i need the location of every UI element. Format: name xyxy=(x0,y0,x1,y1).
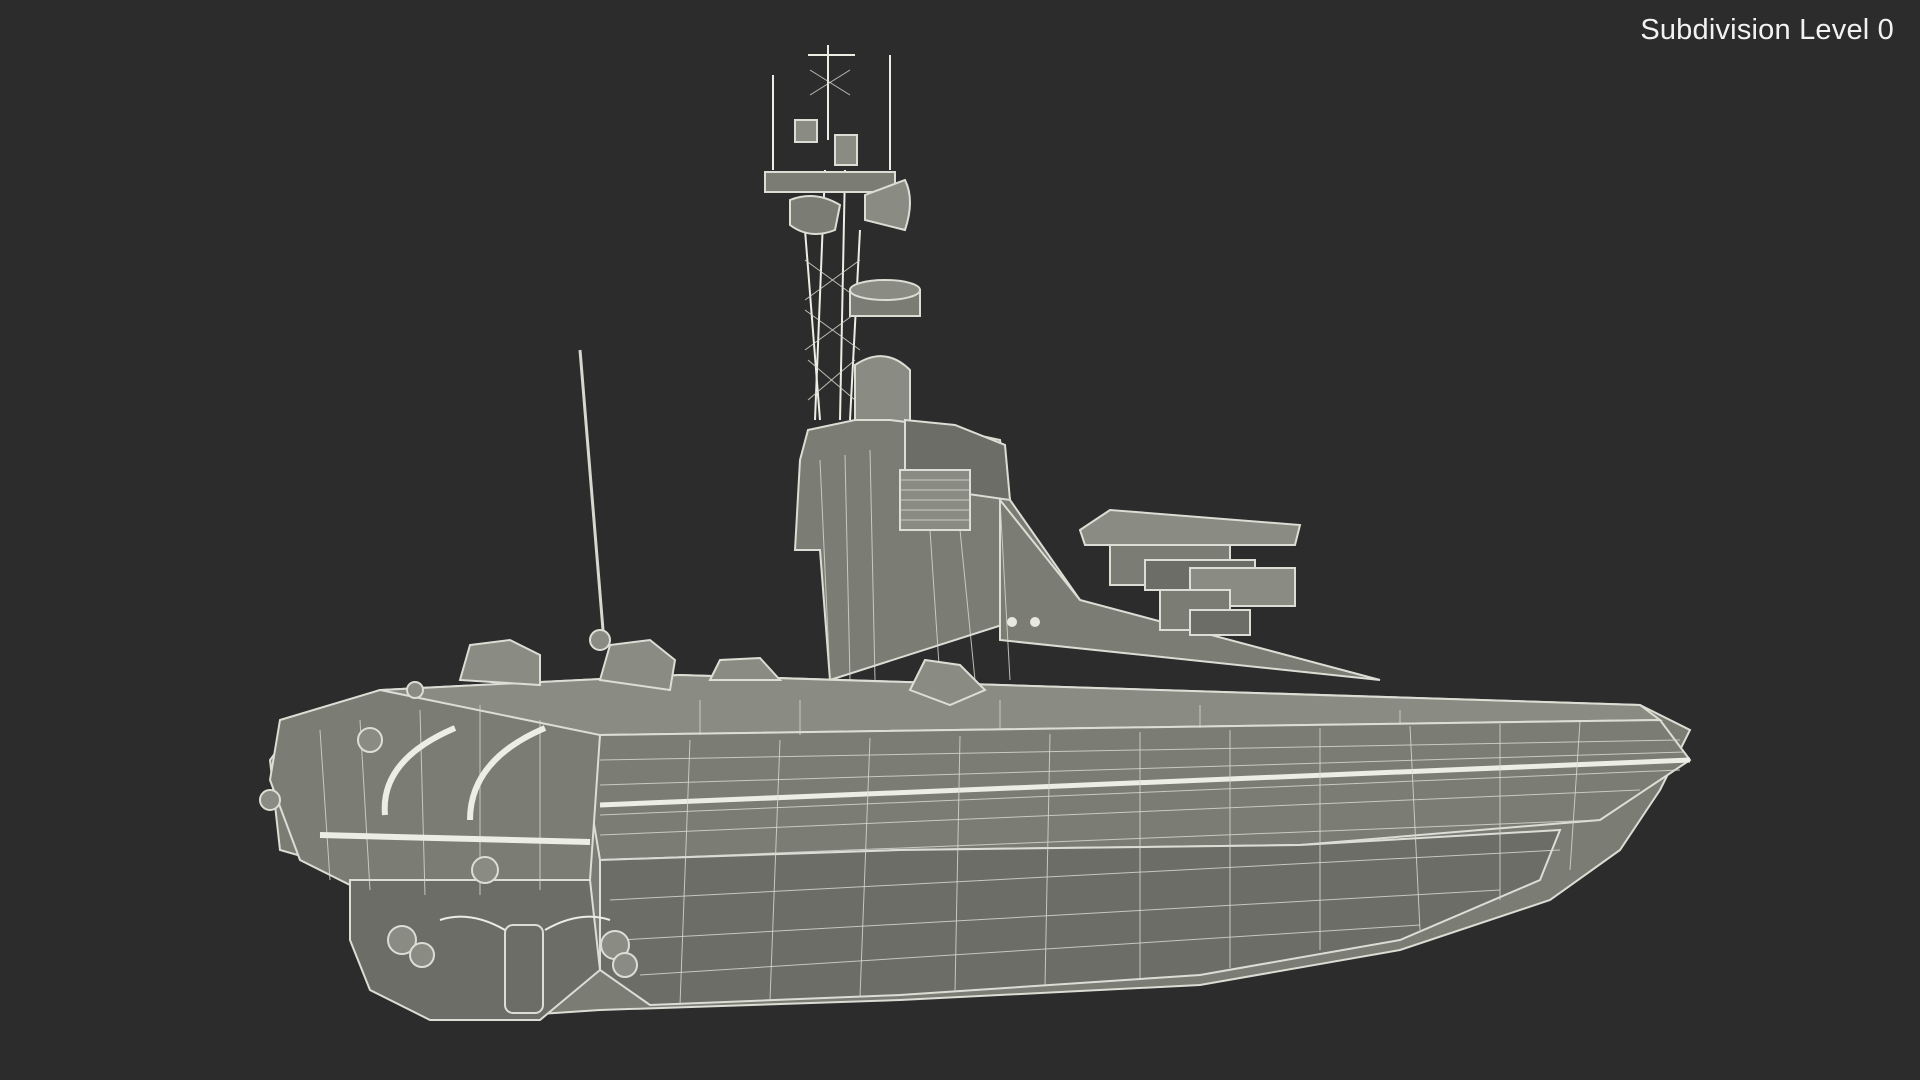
render-viewport: Subdivision Level 0 xyxy=(0,0,1920,1080)
superstructure-tower xyxy=(793,355,1381,682)
boat-wireframe-model xyxy=(259,45,1692,1022)
hull xyxy=(268,673,1692,1022)
whip-antenna xyxy=(578,349,605,631)
